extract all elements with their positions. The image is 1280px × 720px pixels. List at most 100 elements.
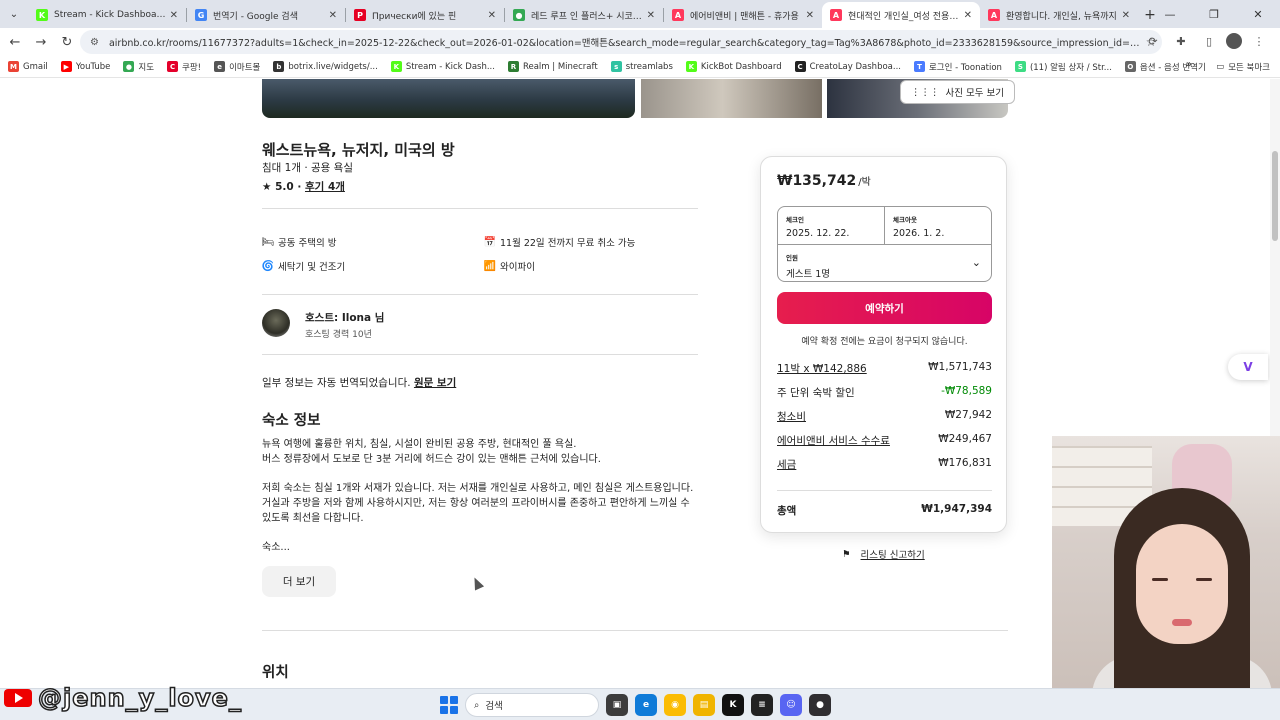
amenity-label: 11월 22일 전까지 무료 취소 가능 — [500, 238, 636, 249]
tab-close-icon[interactable]: ✕ — [488, 10, 496, 21]
tab-close-icon[interactable]: ✕ — [647, 10, 655, 21]
bookmark-item[interactable]: R Realm | Minecraft — [507, 61, 598, 72]
bookmark-item[interactable]: M Gmail — [8, 61, 48, 72]
translate-icon[interactable]: ⟳ — [1142, 30, 1164, 52]
bookmark-item[interactable]: C CreatoLay Dashboa... — [794, 61, 901, 72]
browser-tab[interactable]: G 번역기 - Google 검색 ✕ — [187, 2, 345, 28]
grid-icon: ⋮⋮⋮ — [911, 86, 940, 98]
bookmark-item[interactable]: s streamlabs — [610, 61, 673, 72]
chrome-icon[interactable]: ◉ — [664, 694, 686, 716]
tab-search-menu[interactable]: ⌄ — [0, 0, 28, 28]
tab-close-icon[interactable]: ✕ — [329, 10, 337, 21]
bookmark-item[interactable]: K Stream - Kick Dash... — [390, 61, 495, 72]
tab-close-icon[interactable]: ✕ — [964, 10, 972, 21]
scrollbar-thumb[interactable] — [1272, 151, 1278, 241]
bookmark-item[interactable]: e 이마트몰 — [214, 61, 260, 73]
price-line-label[interactable]: 청소비 — [777, 409, 806, 424]
site-info-icon[interactable]: ⚙ — [90, 37, 99, 48]
back-icon[interactable]: ← — [2, 29, 28, 55]
tab-close-icon[interactable]: ✕ — [170, 10, 178, 21]
tab-title: 에어비앤비 | 맨해튼 - 휴가용 — [690, 11, 799, 22]
price-line-label[interactable]: 11박 x ₩142,886 — [777, 361, 867, 376]
bookmark-item[interactable]: O 옵션 - 음성 번역기 — [1124, 61, 1206, 73]
reviews-link[interactable]: 후기 4개 — [305, 181, 345, 193]
host-avatar[interactable] — [262, 309, 290, 337]
show-original-link[interactable]: 원문 보기 — [414, 377, 456, 389]
divider — [262, 630, 1008, 631]
show-more-button[interactable]: 더 보기 — [262, 566, 336, 597]
reserve-button[interactable]: 예약하기 — [777, 292, 992, 324]
price-line-label[interactable]: 에어비앤비 서비스 수수료 — [777, 433, 890, 448]
kick-app-icon[interactable]: K — [722, 694, 744, 716]
browser-tab[interactable]: K Stream - Kick Dashboard ✕ — [28, 2, 186, 28]
price-line-amount: ₩249,467 — [938, 433, 992, 445]
search-icon: ⌕ — [474, 699, 480, 711]
listing-title: 웨스트뉴욕, 뉴저지, 미국의 방 — [262, 141, 455, 159]
report-listing[interactable]: ⚑ 리스팅 신고하기 — [842, 547, 925, 562]
tab-close-icon[interactable]: ✕ — [1122, 10, 1130, 21]
show-all-photos-button[interactable]: ⋮⋮⋮ 사진 모두 보기 — [900, 80, 1015, 104]
bookmark-item[interactable]: C 쿠팡! — [167, 61, 201, 73]
address-bar[interactable]: ⚙ airbnb.co.kr/rooms/11677372?adults=1&c… — [80, 30, 1162, 54]
restore-icon[interactable]: ❐ — [1192, 0, 1236, 28]
guests-dropdown[interactable]: 인원 게스트 1명 ⌄ — [778, 244, 991, 282]
amenity-free-cancellation: 📅 11월 22일 전까지 무료 취소 가능 — [484, 235, 636, 250]
browser-tab[interactable]: A 현대적인 개인실_여성 전용 - 에 ✕ — [822, 2, 980, 28]
listing-rating: ★ 5.0 · 후기 4개 — [262, 179, 345, 194]
youtube-logo-icon — [4, 689, 32, 707]
tab-close-icon[interactable]: ✕ — [806, 10, 814, 21]
bookmark-item[interactable]: ● 지도 — [123, 61, 154, 73]
discord-icon[interactable]: ☺ — [780, 694, 802, 716]
browser-tab[interactable]: A 에어비앤비 | 맨해튼 - 휴가용 ✕ — [664, 2, 822, 28]
price-line-amount: ₩27,942 — [944, 409, 992, 421]
bookmark-item[interactable]: K KickBot Dashboard — [685, 61, 782, 72]
forward-icon[interactable]: → — [28, 29, 54, 55]
extensions-icon[interactable]: ✚ — [1170, 30, 1192, 52]
tab-title: 환영합니다. 개인실, 뉴욕까지 — [1006, 11, 1117, 22]
sidepanel-icon[interactable]: ▯ — [1198, 30, 1220, 52]
about-paragraph-2: 저희 숙소는 침실 1개와 서재가 있습니다. 저는 서재를 개인실로 사용하고… — [262, 483, 694, 524]
extension-floating-icon[interactable]: V — [1228, 354, 1268, 380]
bookmark-item[interactable]: ▶ YouTube — [60, 61, 110, 72]
close-window-icon[interactable]: ✕ — [1236, 0, 1280, 28]
menu-kebab-icon[interactable]: ⋮ — [1248, 30, 1270, 52]
wifi-icon: 📶 — [483, 260, 497, 272]
obs-icon[interactable]: ● — [809, 694, 831, 716]
reload-icon[interactable]: ↻ — [54, 29, 80, 55]
no-charge-notice: 예약 확정 전에는 요금이 청구되지 않습니다. — [801, 337, 968, 347]
report-listing-link[interactable]: 리스팅 신고하기 — [861, 547, 925, 561]
listing-photo-main[interactable] — [262, 79, 635, 118]
task-view-icon[interactable]: ▣ — [606, 694, 628, 716]
bookmark-item[interactable]: S (11) 알림 상자 / Str... — [1014, 61, 1112, 73]
windows-start-icon[interactable] — [440, 696, 458, 714]
price-line-amount: ₩1,571,743 — [928, 361, 992, 373]
taskbar-search[interactable]: ⌕ 검색 — [465, 693, 599, 717]
file-explorer-icon[interactable]: ▤ — [693, 694, 715, 716]
about-line: 버스 정류장에서 도보로 단 3분 거리에 허드슨 강이 있는 맨해튼 근처에 … — [262, 454, 601, 465]
bookmark-label: botrix.live/widgets/... — [288, 61, 378, 72]
divider — [262, 208, 698, 209]
minimize-icon[interactable]: — — [1148, 0, 1192, 28]
guests-label: 인원 — [786, 254, 798, 262]
channel-handle: @jenn_y_love_ — [37, 683, 242, 713]
about-paragraph-3: 숙소... — [262, 542, 290, 553]
taskbar-items: ⌕ 검색 ▣ e ◉ ▤ K ≡ ☺ ● — [440, 693, 831, 717]
checkout-field[interactable]: 체크아웃 2026. 1. 2. — [885, 207, 992, 244]
bookmarks-overflow-icon[interactable]: » — [1186, 59, 1192, 70]
translation-note-text: 일부 정보는 자동 번역되었습니다. — [262, 377, 414, 389]
stack-app-icon[interactable]: ≡ — [751, 694, 773, 716]
browser-tab[interactable]: A 환영합니다. 개인실, 뉴욕까지 ✕ — [980, 2, 1138, 28]
price-line-label[interactable]: 세금 — [777, 457, 796, 472]
bookmark-item[interactable]: T 로그인 - Toonation — [913, 61, 1002, 73]
checkin-field[interactable]: 체크인 2025. 12. 22. — [778, 207, 885, 244]
bookmark-favicon-icon: M — [8, 61, 19, 72]
browser-tab[interactable]: ● 레드 루프 인 플러스+ 시코커스 ✕ — [505, 2, 663, 28]
bookmark-item[interactable]: b botrix.live/widgets/... — [273, 61, 378, 72]
amenity-wifi: 📶 와이파이 — [483, 259, 535, 274]
edge-icon[interactable]: e — [635, 694, 657, 716]
listing-photo-2[interactable] — [641, 79, 822, 118]
amenity-washer-dryer: 🌀 세탁기 및 건조기 — [262, 259, 345, 274]
browser-tab[interactable]: P Прически에 있는 핀 ✕ — [346, 2, 504, 28]
all-bookmarks-folder[interactable]: ▭ 모든 북마크 — [1216, 61, 1270, 73]
profile-avatar[interactable] — [1226, 33, 1242, 49]
